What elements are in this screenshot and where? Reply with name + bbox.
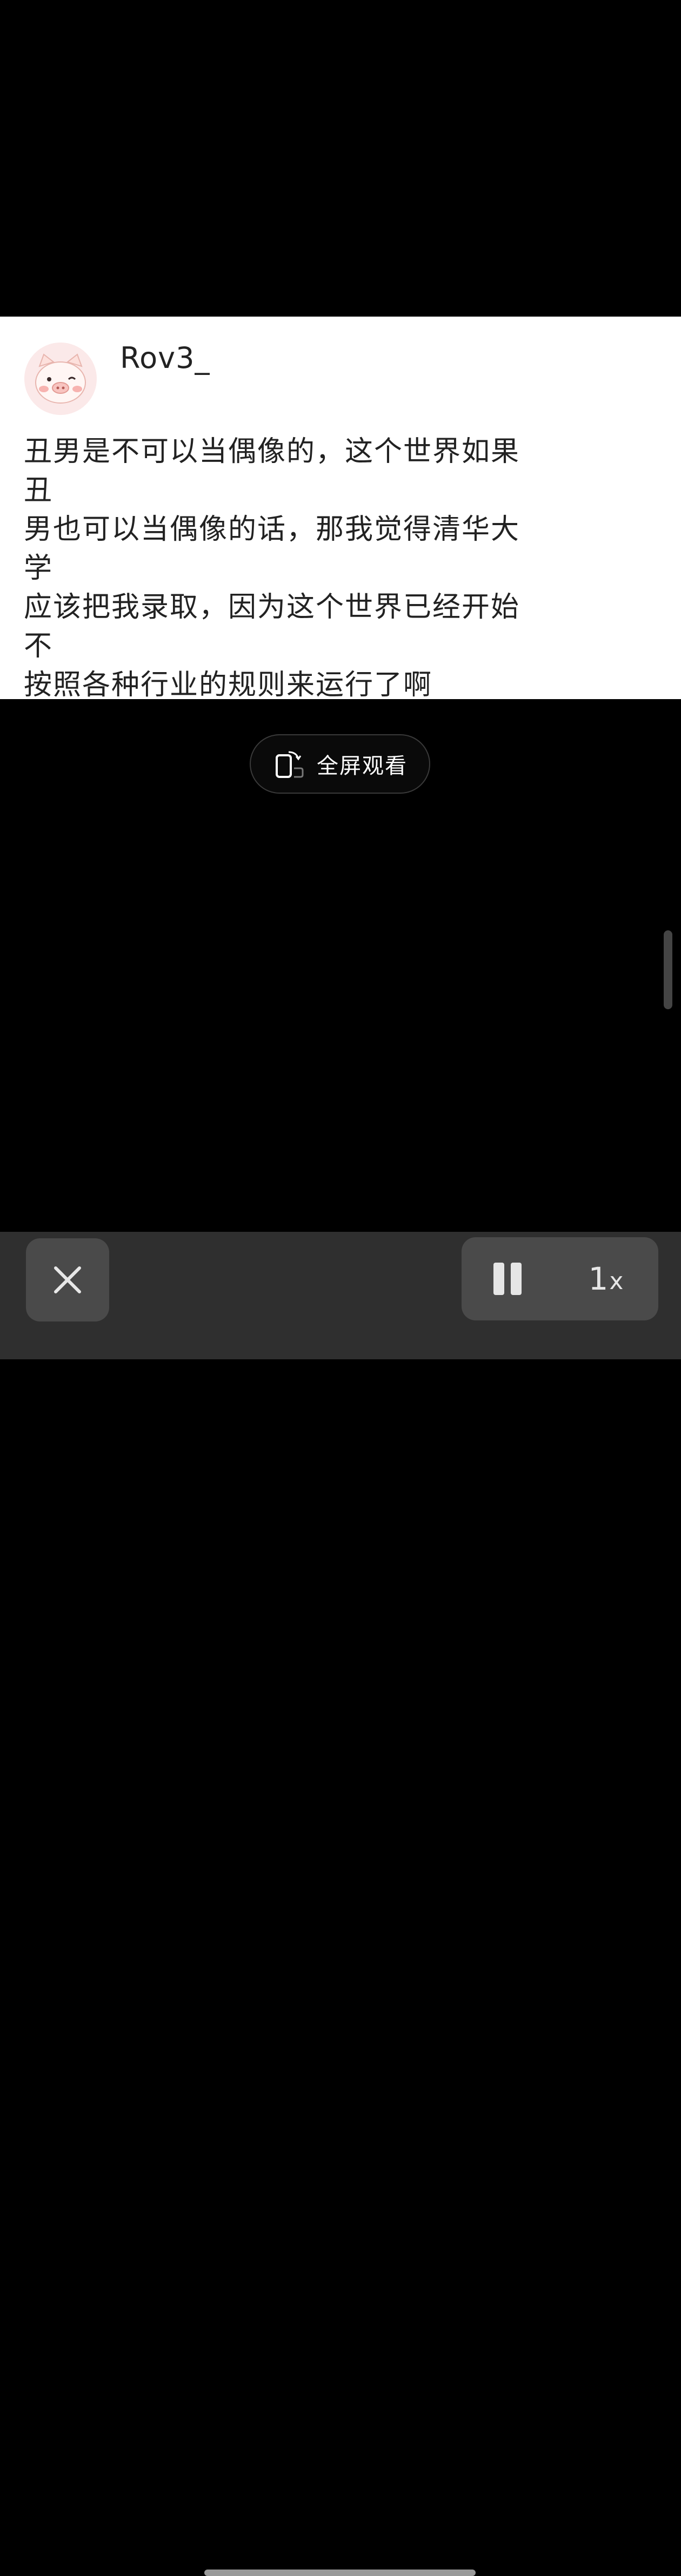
close-button[interactable]: [26, 1238, 109, 1321]
fullscreen-button[interactable]: 全屏观看: [250, 734, 430, 794]
playback-control-bar: 1x: [0, 1232, 681, 2576]
scrollbar[interactable]: [664, 930, 672, 1009]
comment-username[interactable]: Rov3_: [120, 344, 210, 373]
close-icon: [54, 1266, 81, 1293]
speed-value: 1: [588, 1260, 609, 1297]
speed-suffix: x: [609, 1267, 624, 1295]
pause-icon: [493, 1263, 522, 1295]
comment-card: Rov3_ 丑男是不可以当偶像的，这个世界如果丑 男也可以当偶像的话，那我觉得清…: [0, 317, 681, 701]
pig-avatar-icon: [24, 343, 97, 415]
playback-speed-button[interactable]: 1x: [553, 1237, 658, 1320]
rotate-fullscreen-icon: [276, 751, 304, 778]
video-player[interactable]: Rov3_ 丑男是不可以当偶像的，这个世界如果丑 男也可以当偶像的话，那我觉得清…: [0, 0, 681, 1232]
fullscreen-label: 全屏观看: [317, 754, 408, 779]
user-avatar[interactable]: [24, 343, 97, 415]
pause-button[interactable]: [462, 1237, 553, 1320]
comment-text: 丑男是不可以当偶像的，这个世界如果丑 男也可以当偶像的话，那我觉得清华大学 应该…: [24, 435, 520, 701]
home-indicator[interactable]: [204, 2570, 476, 2576]
playback-controls: 1x: [462, 1237, 658, 1320]
